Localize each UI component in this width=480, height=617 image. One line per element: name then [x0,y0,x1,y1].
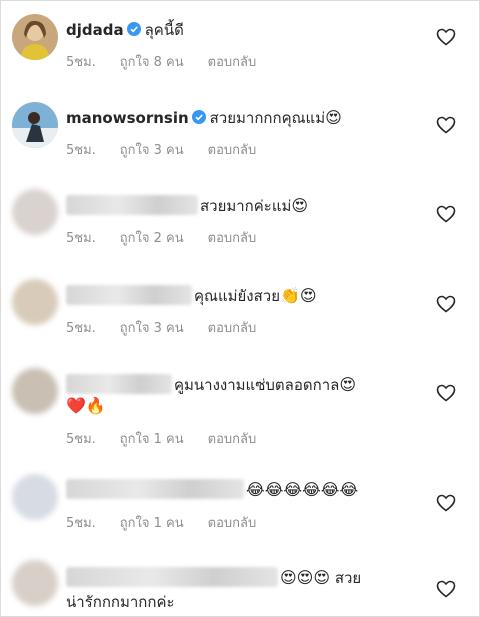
comment-time: 5ชม. [66,321,96,336]
comment-text: ลุคนี้ดี [144,21,184,39]
heart-outline-icon[interactable] [436,580,456,598]
comment-line: 😍😍😍 สวย [66,566,361,590]
heart-outline-icon[interactable] [436,295,456,313]
avatar[interactable] [12,14,58,60]
avatar[interactable] [12,368,58,414]
comment-meta: 5ชม. ถูกใจ 3 คน ตอบกลับ [66,317,280,338]
comment-line: คูมนางงามแซ่บตลอดกาล😍 [66,373,356,397]
comment-line: สวยมากค่ะแม่😍 [66,194,308,218]
comment-emoji: 👏😍 [280,286,317,305]
comment-line: manowsornsin สวยมากกกคุณแม่😍 [66,106,342,130]
comment-meta: 5ชม. ถูกใจ 3 คน ตอบกลับ [66,139,280,160]
comment-time: 5ชม. [66,55,96,70]
comment-line: 😂😂😂😂😂😂 [66,479,358,499]
comment-username[interactable]: djdada [66,21,124,39]
heart-outline-icon[interactable] [436,116,456,134]
comment-meta: 5ชม. ถูกใจ 1 คน ตอบกลับ [66,512,280,533]
comment-username[interactable]: manowsornsin [66,109,189,127]
heart-outline-icon[interactable] [436,205,456,223]
avatar[interactable] [12,474,58,520]
comment-text: คูมนางงามแซ่บตลอดกาล [174,376,340,394]
comment-emoji: 😂😂😂😂😂😂 [246,480,359,499]
reply-button[interactable]: ตอบกลับ [208,55,257,70]
verified-badge-icon [126,22,141,36]
avatar[interactable] [12,279,58,325]
comment-emoji: ❤️🔥 [66,396,106,415]
avatar[interactable] [12,560,58,606]
heart-outline-icon[interactable] [436,494,456,512]
redacted-username [66,195,198,215]
redacted-username [66,479,244,499]
comment-emoji: 😍 [325,108,342,127]
verified-badge-icon [191,110,206,124]
reply-button[interactable]: ตอบกลับ [208,231,257,246]
comment-likes[interactable]: ถูกใจ 8 คน [120,55,184,70]
comment-time: 5ชม. [66,143,96,158]
comment-line-2: น่ารักกกมากกค่ะ [66,590,175,614]
comment-line: djdada ลุคนี้ดี [66,18,184,42]
comment-text-continued: น่ารักกกมากกค่ะ [66,593,175,611]
comment-likes[interactable]: ถูกใจ 3 คน [120,143,184,158]
comment-text: สวยมากกกคุณแม่ [209,109,326,127]
comment-meta: 5ชม. ถูกใจ 2 คน ตอบกลับ [66,227,280,248]
avatar[interactable] [12,102,58,148]
comment-line: คุณแม่ยังสวย👏😍 [66,284,317,308]
heart-outline-icon[interactable] [436,28,456,46]
comment-text: สวยมากค่ะแม่ [200,197,292,215]
reply-button[interactable]: ตอบกลับ [208,432,257,447]
comment-meta: 5ชม. ถูกใจ 8 คน ตอบกลับ [66,51,280,72]
comment-line-2: ❤️🔥 [66,396,106,415]
comment-time: 5ชม. [66,432,96,447]
comment-text: คุณแม่ยังสวย [194,287,280,305]
comment-text: สวย [334,569,362,587]
reply-button[interactable]: ตอบกลับ [208,516,257,531]
reply-button[interactable]: ตอบกลับ [208,321,257,336]
comment-time: 5ชม. [66,516,96,531]
comment-emoji: 😍 [291,196,309,215]
comment-likes[interactable]: ถูกใจ 1 คน [120,432,184,447]
comment-likes[interactable]: ถูกใจ 1 คน [120,516,184,531]
redacted-username [66,567,278,587]
redacted-username [66,374,172,394]
avatar[interactable] [12,189,58,235]
comment-time: 5ชม. [66,231,96,246]
reply-button[interactable]: ตอบกลับ [208,143,257,158]
comment-emoji: 😍 [339,375,356,394]
redacted-username [66,285,192,305]
comment-likes[interactable]: ถูกใจ 3 คน [120,321,184,336]
comment-emoji: 😍😍😍 [280,568,331,587]
heart-outline-icon[interactable] [436,384,456,402]
comment-meta: 5ชม. ถูกใจ 1 คน ตอบกลับ [66,428,280,449]
comment-likes[interactable]: ถูกใจ 2 คน [120,231,184,246]
